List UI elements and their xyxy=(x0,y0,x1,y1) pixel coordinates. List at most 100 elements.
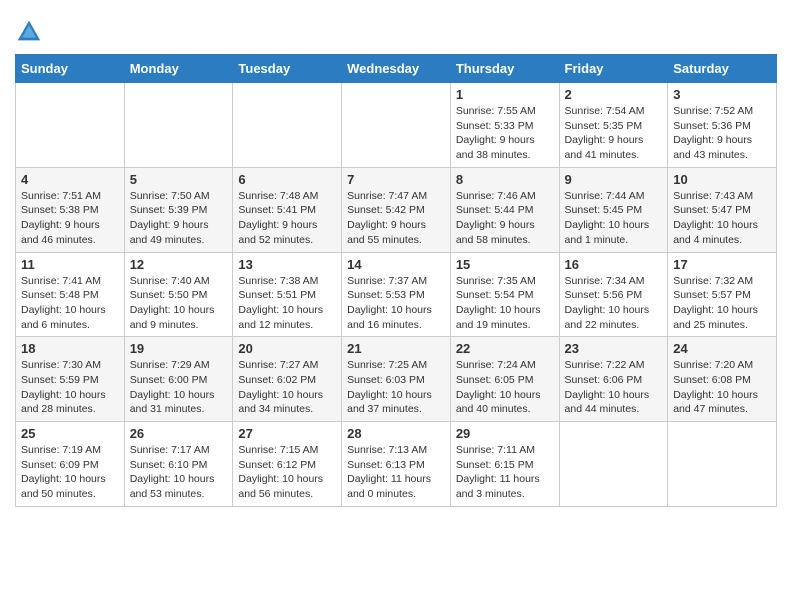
day-number: 10 xyxy=(673,172,771,187)
day-number: 18 xyxy=(21,341,119,356)
day-number: 27 xyxy=(238,426,336,441)
calendar-day-cell: 18 Sunrise: 7:30 AM Sunset: 5:59 PM Dayli… xyxy=(16,337,125,422)
day-number: 25 xyxy=(21,426,119,441)
day-info: Sunrise: 7:37 AM Sunset: 5:53 PM Dayligh… xyxy=(347,274,445,333)
day-number: 2 xyxy=(565,87,663,102)
calendar-day-cell xyxy=(559,422,668,507)
logo xyxy=(15,18,47,46)
day-info: Sunrise: 7:40 AM Sunset: 5:50 PM Dayligh… xyxy=(130,274,228,333)
calendar-day-cell: 24 Sunrise: 7:20 AM Sunset: 6:08 PM Dayli… xyxy=(668,337,777,422)
day-info: Sunrise: 7:24 AM Sunset: 6:05 PM Dayligh… xyxy=(456,358,554,417)
day-number: 5 xyxy=(130,172,228,187)
calendar-day-cell: 27 Sunrise: 7:15 AM Sunset: 6:12 PM Dayli… xyxy=(233,422,342,507)
calendar-week-row: 25Sunrise: 7:19 AM Sunset: 6:09 PM Dayli… xyxy=(16,422,777,507)
calendar-day-cell: 10 Sunrise: 7:43 AM Sunset: 5:47 PM Dayli… xyxy=(668,167,777,252)
day-number: 6 xyxy=(238,172,336,187)
day-number: 22 xyxy=(456,341,554,356)
calendar-day-cell: 17 Sunrise: 7:32 AM Sunset: 5:57 PM Dayli… xyxy=(668,252,777,337)
day-number: 1 xyxy=(456,87,554,102)
day-info: Sunrise: 7:43 AM Sunset: 5:47 PM Dayligh… xyxy=(673,189,771,248)
day-number: 28 xyxy=(347,426,445,441)
day-info: Sunrise: 7:27 AM Sunset: 6:02 PM Dayligh… xyxy=(238,358,336,417)
day-number: 21 xyxy=(347,341,445,356)
day-info: Sunrise: 7:29 AM Sunset: 6:00 PM Dayligh… xyxy=(130,358,228,417)
day-info: Sunrise: 7:44 AM Sunset: 5:45 PM Dayligh… xyxy=(565,189,663,248)
day-number: 17 xyxy=(673,257,771,272)
day-info: Sunrise: 7:32 AM Sunset: 5:57 PM Dayligh… xyxy=(673,274,771,333)
calendar-day-cell: 28 Sunrise: 7:13 AM Sunset: 6:13 PM Dayli… xyxy=(342,422,451,507)
calendar-day-header: Wednesday xyxy=(342,55,451,83)
day-info: Sunrise: 7:54 AM Sunset: 5:35 PM Dayligh… xyxy=(565,104,663,163)
day-number: 19 xyxy=(130,341,228,356)
calendar-header-row: SundayMondayTuesdayWednesdayThursdayFrid… xyxy=(16,55,777,83)
calendar-week-row: 4 Sunrise: 7:51 AM Sunset: 5:38 PM Daylig… xyxy=(16,167,777,252)
day-number: 12 xyxy=(130,257,228,272)
calendar-day-cell xyxy=(233,83,342,168)
calendar-day-cell: 9 Sunrise: 7:44 AM Sunset: 5:45 PM Daylig… xyxy=(559,167,668,252)
day-number: 29 xyxy=(456,426,554,441)
calendar-day-cell: 20 Sunrise: 7:27 AM Sunset: 6:02 PM Dayli… xyxy=(233,337,342,422)
calendar-day-cell: 16 Sunrise: 7:34 AM Sunset: 5:56 PM Dayli… xyxy=(559,252,668,337)
day-info: Sunrise: 7:30 AM Sunset: 5:59 PM Dayligh… xyxy=(21,358,119,417)
day-number: 8 xyxy=(456,172,554,187)
calendar-day-cell: 21 Sunrise: 7:25 AM Sunset: 6:03 PM Dayli… xyxy=(342,337,451,422)
day-info: Sunrise: 7:13 AM Sunset: 6:13 PM Dayligh… xyxy=(347,443,445,502)
calendar-day-cell: 4 Sunrise: 7:51 AM Sunset: 5:38 PM Daylig… xyxy=(16,167,125,252)
day-number: 9 xyxy=(565,172,663,187)
day-info: Sunrise: 7:15 AM Sunset: 6:12 PM Dayligh… xyxy=(238,443,336,502)
calendar-day-cell xyxy=(668,422,777,507)
day-number: 16 xyxy=(565,257,663,272)
day-number: 14 xyxy=(347,257,445,272)
calendar-day-cell: 26 Sunrise: 7:17 AM Sunset: 6:10 PM Dayli… xyxy=(124,422,233,507)
day-info: Sunrise: 7:20 AM Sunset: 6:08 PM Dayligh… xyxy=(673,358,771,417)
calendar-day-cell: 14 Sunrise: 7:37 AM Sunset: 5:53 PM Dayli… xyxy=(342,252,451,337)
calendar-week-row: 18 Sunrise: 7:30 AM Sunset: 5:59 PM Dayli… xyxy=(16,337,777,422)
day-info: Sunrise: 7:55 AM Sunset: 5:33 PM Dayligh… xyxy=(456,104,554,163)
page-header xyxy=(15,10,777,46)
calendar-day-cell: 8 Sunrise: 7:46 AM Sunset: 5:44 PM Daylig… xyxy=(450,167,559,252)
calendar-day-cell: 29 Sunrise: 7:11 AM Sunset: 6:15 PM Dayli… xyxy=(450,422,559,507)
calendar-day-cell xyxy=(342,83,451,168)
calendar-day-cell: 12 Sunrise: 7:40 AM Sunset: 5:50 PM Dayli… xyxy=(124,252,233,337)
calendar-day-header: Monday xyxy=(124,55,233,83)
calendar-day-cell: 11Sunrise: 7:41 AM Sunset: 5:48 PM Dayli… xyxy=(16,252,125,337)
day-info: Sunrise: 7:52 AM Sunset: 5:36 PM Dayligh… xyxy=(673,104,771,163)
calendar-day-cell: 19 Sunrise: 7:29 AM Sunset: 6:00 PM Dayli… xyxy=(124,337,233,422)
logo-icon xyxy=(15,18,43,46)
day-info: Sunrise: 7:22 AM Sunset: 6:06 PM Dayligh… xyxy=(565,358,663,417)
day-number: 20 xyxy=(238,341,336,356)
day-info: Sunrise: 7:35 AM Sunset: 5:54 PM Dayligh… xyxy=(456,274,554,333)
calendar-day-cell xyxy=(124,83,233,168)
day-number: 3 xyxy=(673,87,771,102)
calendar-table: SundayMondayTuesdayWednesdayThursdayFrid… xyxy=(15,54,777,507)
calendar-day-header: Thursday xyxy=(450,55,559,83)
day-number: 15 xyxy=(456,257,554,272)
day-info: Sunrise: 7:25 AM Sunset: 6:03 PM Dayligh… xyxy=(347,358,445,417)
day-number: 11 xyxy=(21,257,119,272)
calendar-day-cell: 23 Sunrise: 7:22 AM Sunset: 6:06 PM Dayli… xyxy=(559,337,668,422)
day-info: Sunrise: 7:38 AM Sunset: 5:51 PM Dayligh… xyxy=(238,274,336,333)
calendar-day-cell: 3 Sunrise: 7:52 AM Sunset: 5:36 PM Daylig… xyxy=(668,83,777,168)
day-info: Sunrise: 7:46 AM Sunset: 5:44 PM Dayligh… xyxy=(456,189,554,248)
calendar-day-cell: 1 Sunrise: 7:55 AM Sunset: 5:33 PM Daylig… xyxy=(450,83,559,168)
calendar-day-cell: 5 Sunrise: 7:50 AM Sunset: 5:39 PM Daylig… xyxy=(124,167,233,252)
day-number: 4 xyxy=(21,172,119,187)
calendar-week-row: 1 Sunrise: 7:55 AM Sunset: 5:33 PM Daylig… xyxy=(16,83,777,168)
day-number: 13 xyxy=(238,257,336,272)
day-info: Sunrise: 7:11 AM Sunset: 6:15 PM Dayligh… xyxy=(456,443,554,502)
calendar-day-cell: 25Sunrise: 7:19 AM Sunset: 6:09 PM Dayli… xyxy=(16,422,125,507)
day-info: Sunrise: 7:17 AM Sunset: 6:10 PM Dayligh… xyxy=(130,443,228,502)
calendar-day-header: Sunday xyxy=(16,55,125,83)
day-info: Sunrise: 7:34 AM Sunset: 5:56 PM Dayligh… xyxy=(565,274,663,333)
calendar-day-cell: 22 Sunrise: 7:24 AM Sunset: 6:05 PM Dayli… xyxy=(450,337,559,422)
day-number: 26 xyxy=(130,426,228,441)
day-number: 7 xyxy=(347,172,445,187)
calendar-day-header: Saturday xyxy=(668,55,777,83)
calendar-day-cell xyxy=(16,83,125,168)
day-number: 24 xyxy=(673,341,771,356)
day-info: Sunrise: 7:50 AM Sunset: 5:39 PM Dayligh… xyxy=(130,189,228,248)
calendar-day-cell: 2 Sunrise: 7:54 AM Sunset: 5:35 PM Daylig… xyxy=(559,83,668,168)
calendar-day-header: Tuesday xyxy=(233,55,342,83)
day-info: Sunrise: 7:51 AM Sunset: 5:38 PM Dayligh… xyxy=(21,189,119,248)
day-number: 23 xyxy=(565,341,663,356)
